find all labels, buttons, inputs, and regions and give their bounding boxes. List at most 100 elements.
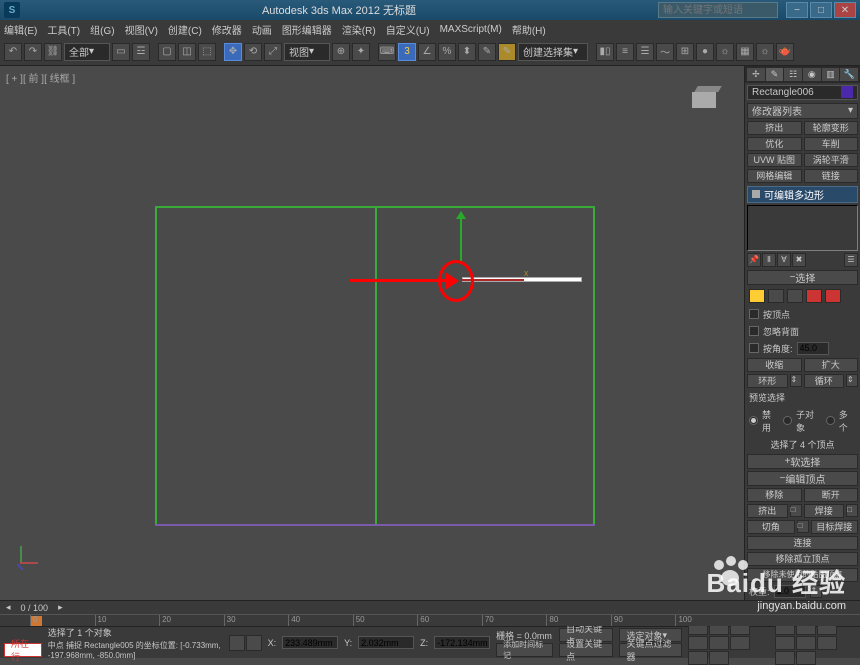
spinner-snap-icon[interactable]: ⬍ xyxy=(458,43,476,61)
viewport-label[interactable]: [ + ][ 前 ][ 线框 ] xyxy=(6,70,75,85)
mod-btn-uvw[interactable]: UVW 贴图 xyxy=(747,153,802,167)
weight-spinner[interactable] xyxy=(774,585,806,598)
remove-unused-button[interactable]: 移除未使用的贴图顶点 xyxy=(747,568,858,582)
selection-rollout[interactable]: − 选择 xyxy=(747,270,858,285)
menu-views[interactable]: 视图(V) xyxy=(125,22,158,37)
view-cube[interactable] xyxy=(692,86,724,112)
preview-multi-radio[interactable] xyxy=(826,416,835,425)
menu-help[interactable]: 帮助(H) xyxy=(512,22,546,37)
chamfer-button[interactable]: 切角 xyxy=(747,520,795,534)
z-coord-input[interactable] xyxy=(434,636,490,649)
unique-icon[interactable]: ∀ xyxy=(777,253,791,267)
menu-group[interactable]: 组(G) xyxy=(90,22,114,37)
render-setup-icon[interactable]: ☼ xyxy=(716,43,734,61)
schematic-icon[interactable]: ⊞ xyxy=(676,43,694,61)
set-key-button[interactable]: 设置关键点 xyxy=(559,643,613,657)
time-config-icon[interactable] xyxy=(730,636,750,650)
maxscript-button[interactable]: 所在行 xyxy=(4,643,42,657)
scale-icon[interactable]: ⤢ xyxy=(264,43,282,61)
redo-icon[interactable]: ↷ xyxy=(24,43,42,61)
select-name-icon[interactable]: ☲ xyxy=(132,43,150,61)
lock-icon[interactable] xyxy=(229,635,245,651)
select-object-icon[interactable]: ▢ xyxy=(158,43,176,61)
menu-maxscript[interactable]: MAXScript(M) xyxy=(440,24,502,35)
ignore-backface-checkbox[interactable] xyxy=(749,326,759,336)
mod-btn-optimize[interactable]: 优化 xyxy=(747,137,802,151)
mirror-icon[interactable]: ▮▯ xyxy=(596,43,614,61)
menu-edit[interactable]: 编辑(E) xyxy=(4,22,37,37)
maximize-button[interactable]: □ xyxy=(810,2,832,18)
show-result-icon[interactable]: Ⅱ xyxy=(762,253,776,267)
render-frame-icon[interactable]: ▦ xyxy=(736,43,754,61)
object-color-swatch[interactable] xyxy=(841,86,853,98)
keyboard-icon[interactable]: ⌨ xyxy=(378,43,396,61)
utilities-tab-icon[interactable]: 🔧 xyxy=(840,68,858,81)
element-subobj-icon[interactable] xyxy=(825,289,841,303)
menu-animation[interactable]: 动画 xyxy=(252,22,272,37)
extrude-settings-icon[interactable]: □ xyxy=(790,504,802,517)
shrink-button[interactable]: 收缩 xyxy=(747,358,802,372)
by-angle-checkbox[interactable] xyxy=(749,343,759,353)
pin-stack-icon[interactable]: 📌 xyxy=(747,253,761,267)
fov-icon[interactable] xyxy=(796,636,816,650)
isolate-icon[interactable] xyxy=(246,635,262,651)
key-mode-icon[interactable] xyxy=(688,651,708,665)
help-search-input[interactable] xyxy=(658,2,778,18)
snap-toggle-icon[interactable]: 3 xyxy=(398,43,416,61)
target-weld-button[interactable]: 目标焊接 xyxy=(811,520,859,534)
menu-render[interactable]: 渲染(R) xyxy=(342,22,376,37)
menu-custom[interactable]: 自定义(U) xyxy=(386,22,430,37)
loop-button[interactable]: 循环 xyxy=(804,374,845,388)
add-time-tag-button[interactable]: 添加时间标记 xyxy=(496,643,553,657)
menu-graph[interactable]: 图形编辑器 xyxy=(282,22,332,37)
mod-btn-meshedit[interactable]: 网格编辑 xyxy=(747,169,802,183)
close-button[interactable]: ✕ xyxy=(834,2,856,18)
modifier-stack-item[interactable]: 可编辑多边形 xyxy=(747,186,858,203)
minimize-button[interactable]: − xyxy=(786,2,808,18)
remove-button[interactable]: 移除 xyxy=(747,488,802,502)
preview-sub-radio[interactable] xyxy=(783,416,792,425)
mod-btn-turbosmooth[interactable]: 涡轮平滑 xyxy=(804,153,859,167)
stack-expand-icon[interactable] xyxy=(752,190,760,198)
mod-btn-extrude[interactable]: 挤出 xyxy=(747,121,802,135)
material-icon[interactable]: ● xyxy=(696,43,714,61)
zoom-extents-icon[interactable] xyxy=(775,636,795,650)
object-name-field[interactable]: Rectangle006 xyxy=(747,85,858,100)
goto-end-icon[interactable] xyxy=(709,636,729,650)
menu-tools[interactable]: 工具(T) xyxy=(47,22,80,37)
layers-icon[interactable]: ☰ xyxy=(636,43,654,61)
angle-snap-icon[interactable]: ∠ xyxy=(418,43,436,61)
weight-spin-icon[interactable]: ⇕ xyxy=(810,585,822,598)
grow-button[interactable]: 扩大 xyxy=(804,358,859,372)
extrude-button[interactable]: 挤出 xyxy=(747,504,788,518)
mod-btn-path[interactable]: 轮廓变形 xyxy=(804,121,859,135)
next-frame-icon[interactable] xyxy=(688,636,708,650)
y-coord-input[interactable] xyxy=(358,636,414,649)
link-icon[interactable]: ⛓ xyxy=(44,43,62,61)
hierarchy-tab-icon[interactable]: ☷ xyxy=(784,68,802,81)
modify-tab-icon[interactable]: ✎ xyxy=(766,68,784,81)
ring-spinner[interactable]: ⇕ xyxy=(790,374,802,387)
menu-modifiers[interactable]: 修改器 xyxy=(212,22,242,37)
remove-iso-button[interactable]: 移除孤立顶点 xyxy=(747,552,858,566)
pivot-icon[interactable]: ⊕ xyxy=(332,43,350,61)
rotate-icon[interactable]: ⟲ xyxy=(244,43,262,61)
orbit-icon[interactable] xyxy=(817,636,837,650)
move-icon[interactable]: ✥ xyxy=(224,43,242,61)
modifier-stack-area[interactable] xyxy=(747,205,858,251)
angle-spinner[interactable] xyxy=(797,342,829,355)
selection-filter-dropdown[interactable]: 全部 ▾ xyxy=(64,43,110,61)
render-icon[interactable]: ☼ xyxy=(756,43,774,61)
gizmo-y-axis[interactable] xyxy=(460,216,462,264)
vertex-subobj-icon[interactable] xyxy=(749,289,765,303)
time-slider[interactable]: ◂0 / 100▸ xyxy=(0,600,860,614)
window-crossing-icon[interactable]: ⬚ xyxy=(198,43,216,61)
weld-settings-icon[interactable]: □ xyxy=(846,504,858,517)
rectangle-object[interactable] xyxy=(155,206,595,526)
edit-vertex-rollout[interactable]: − 编辑顶点 xyxy=(747,471,858,486)
render-prod-icon[interactable]: 🫖 xyxy=(776,43,794,61)
named-selection-dropdown[interactable]: 创建选择集 ▾ xyxy=(518,43,588,61)
named-sel-icon[interactable]: ✎ xyxy=(498,43,516,61)
remove-mod-icon[interactable]: ✖ xyxy=(792,253,806,267)
track-bar[interactable]: 0 10 20 30 40 50 60 70 80 90 100 xyxy=(0,614,860,626)
